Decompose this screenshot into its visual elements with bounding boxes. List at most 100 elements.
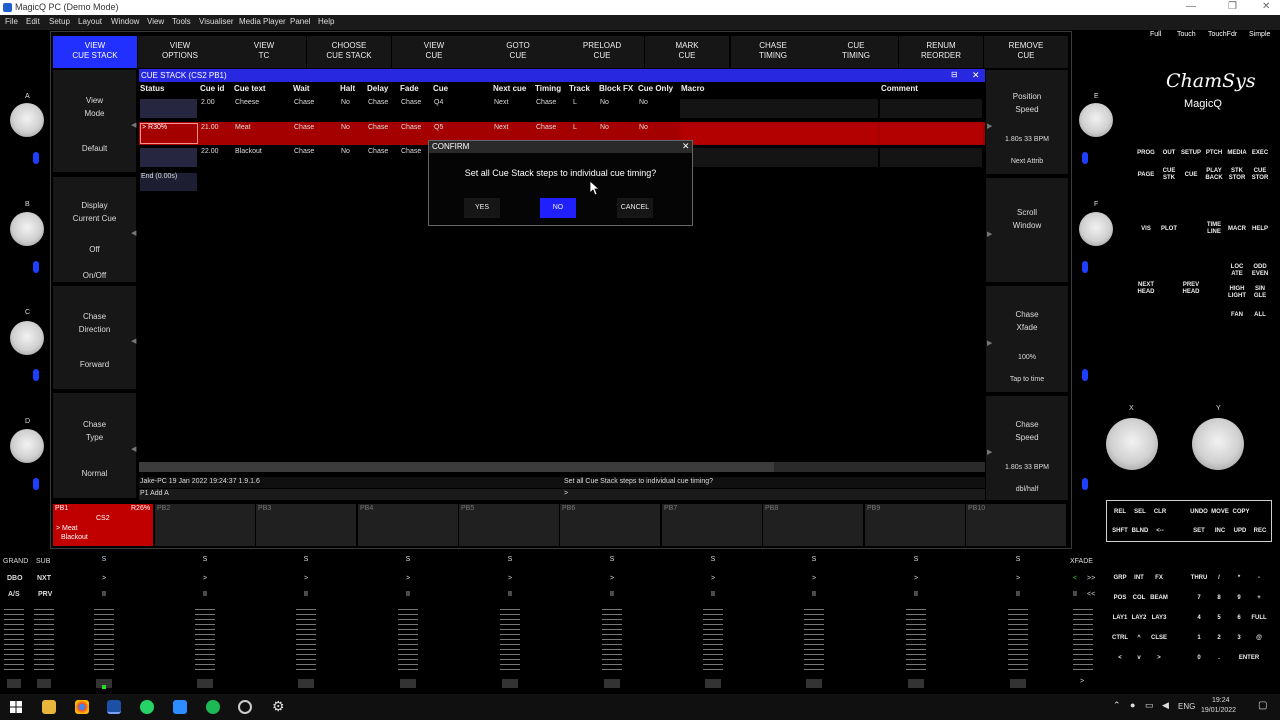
key-fan[interactable]: FAN (1226, 312, 1248, 319)
key-set[interactable]: SET (1188, 528, 1210, 535)
softkey-goto-cue[interactable]: GOTO CUE (476, 36, 560, 68)
key-rec[interactable]: REC (1249, 528, 1271, 535)
fader-go-button[interactable]: > (190, 575, 220, 582)
xfade-pause-button[interactable]: II (1073, 591, 1077, 598)
panel-chase-direction[interactable]: Chase Direction Forward ◀ (53, 286, 136, 389)
playback-pb5[interactable]: PB5 (459, 504, 559, 546)
end-row[interactable]: End (0.00s) (140, 173, 197, 191)
softkey-chase-timing[interactable]: CHASE TIMING (731, 36, 815, 68)
softkey-view-tc[interactable]: VIEW TC (222, 36, 306, 68)
softkey-preload-cue[interactable]: PRELOAD CUE (560, 36, 644, 68)
maximize-icon[interactable]: ⊟ (951, 70, 958, 79)
fader-s-button[interactable]: S (698, 556, 728, 563)
fader-s-button[interactable]: S (495, 556, 525, 563)
col-header[interactable]: Cue text (234, 84, 266, 93)
key-at[interactable]: @ (1248, 635, 1270, 642)
clock-date[interactable]: 19/01/2022 (1201, 707, 1236, 714)
col-header[interactable]: Block FX (599, 84, 633, 93)
key-3[interactable]: 3 (1228, 635, 1250, 642)
key-inc[interactable]: INC (1209, 528, 1231, 535)
fader-s-button[interactable]: S (89, 556, 119, 563)
network-icon[interactable]: ▭ (1145, 700, 1154, 711)
fader-pb10[interactable]: S > II (1003, 555, 1033, 690)
close-icon[interactable]: ✕ (1262, 1, 1270, 12)
col-header[interactable]: Halt (340, 84, 355, 93)
fader-pause-button[interactable]: II (495, 591, 525, 598)
key-7[interactable]: 7 (1188, 595, 1210, 602)
key-exec[interactable]: EXEC (1249, 150, 1271, 157)
clock-time[interactable]: 19:24 (1212, 697, 1230, 704)
fader-go-button[interactable]: > (393, 575, 423, 582)
fader-pause-button[interactable]: II (190, 591, 220, 598)
menu-edit[interactable]: Edit (26, 17, 40, 26)
key-page[interactable]: PAGE (1135, 172, 1157, 179)
key-right[interactable]: > (1148, 655, 1170, 662)
fader-cap[interactable] (1010, 679, 1026, 688)
key-prev-head[interactable]: PREV HEAD (1180, 282, 1202, 296)
key-star[interactable]: * (1228, 575, 1250, 582)
col-header[interactable]: Wait (293, 84, 310, 93)
softkey-renum-reorder[interactable]: RENUM REORDER (899, 36, 983, 68)
col-header[interactable]: Comment (881, 84, 918, 93)
key-setup[interactable]: SETUP (1180, 150, 1202, 157)
fader-pause-button[interactable]: II (1003, 591, 1033, 598)
playback-pb8[interactable]: PB8 (763, 504, 863, 546)
playback-pb4[interactable]: PB4 (358, 504, 458, 546)
key-cue[interactable]: CUE (1180, 172, 1202, 179)
key-cue-stk[interactable]: CUE STK (1158, 168, 1180, 182)
whatsapp-icon[interactable] (140, 700, 154, 714)
language-indicator[interactable]: ENG (1178, 702, 1195, 711)
key-dot[interactable]: . (1208, 655, 1230, 662)
xfade-back-button[interactable]: < (1073, 575, 1077, 582)
key-odd-even[interactable]: ODD EVEN (1249, 264, 1271, 278)
view-touchfdr-button[interactable]: TouchFdr (1208, 31, 1237, 38)
grand-fader[interactable] (4, 605, 24, 671)
key-plot[interactable]: PLOT (1158, 226, 1180, 233)
menu-help[interactable]: Help (318, 17, 334, 26)
fader-pause-button[interactable]: II (799, 591, 829, 598)
key-time-line[interactable]: TIME LINE (1203, 222, 1225, 236)
softkey-choose-cue-stack[interactable]: CHOOSE CUE STACK (307, 36, 391, 68)
fader-pause-button[interactable]: II (698, 591, 728, 598)
panel-scroll-window[interactable]: Scroll Window ▶ (986, 178, 1068, 282)
key-shft[interactable]: SHFT (1109, 528, 1131, 535)
key-down[interactable]: v (1128, 655, 1150, 662)
col-header[interactable]: Macro (681, 84, 705, 93)
menu-panel[interactable]: Panel (290, 17, 310, 26)
menu-window[interactable]: Window (111, 17, 139, 26)
fader-s-button[interactable]: S (291, 556, 321, 563)
view-simple-button[interactable]: Simple (1249, 31, 1270, 38)
key-prog[interactable]: PROG (1135, 150, 1157, 157)
softkey-view-options[interactable]: VIEW OPTIONS (138, 36, 222, 68)
chrome-icon[interactable] (75, 700, 89, 714)
spotify-icon[interactable] (206, 700, 220, 714)
panel-view-mode[interactable]: View Mode Default ◀ (53, 70, 136, 172)
fader-go-button[interactable]: > (698, 575, 728, 582)
fader-go-button[interactable]: > (597, 575, 627, 582)
fader-pb5[interactable]: S > II (495, 555, 525, 690)
key-1[interactable]: 1 (1188, 635, 1210, 642)
fader-s-button[interactable]: S (597, 556, 627, 563)
minimize-icon[interactable]: — (1186, 1, 1196, 12)
sub-fader[interactable] (34, 605, 54, 671)
softkey-view-cue-stack[interactable]: VIEW CUE STACK (53, 36, 137, 68)
col-header[interactable]: Track (569, 84, 590, 93)
panel-display-current-cue[interactable]: Display Current Cue Off On/Off ◀ (53, 177, 136, 282)
key-lay2[interactable]: LAY2 (1128, 615, 1150, 622)
settings-gear-icon[interactable]: ⚙ (272, 698, 285, 715)
key-copy[interactable]: COPY (1230, 509, 1252, 516)
encoder-e-knob[interactable] (1079, 103, 1113, 137)
table-row[interactable]: 2.00 Cheese Chase No Chase Chase Q4 Next… (139, 97, 985, 120)
key-5[interactable]: 5 (1208, 615, 1230, 622)
menu-view[interactable]: View (147, 17, 164, 26)
fader-pb2[interactable]: S > II (190, 555, 220, 690)
fader-go-button[interactable]: > (495, 575, 525, 582)
playback-pb10[interactable]: PB10 (966, 504, 1066, 546)
nxt-button[interactable]: NXT (37, 575, 51, 582)
fader-pause-button[interactable]: II (291, 591, 321, 598)
key-stk-stor[interactable]: STK STOR (1226, 168, 1248, 182)
playback-pb3[interactable]: PB3 (256, 504, 356, 546)
softkey-mark-cue[interactable]: MARK CUE (645, 36, 729, 68)
key-undo[interactable]: UNDO (1188, 509, 1210, 516)
panel-chase-xfade[interactable]: Chase Xfade 100% Tap to time ▶ (986, 286, 1068, 392)
